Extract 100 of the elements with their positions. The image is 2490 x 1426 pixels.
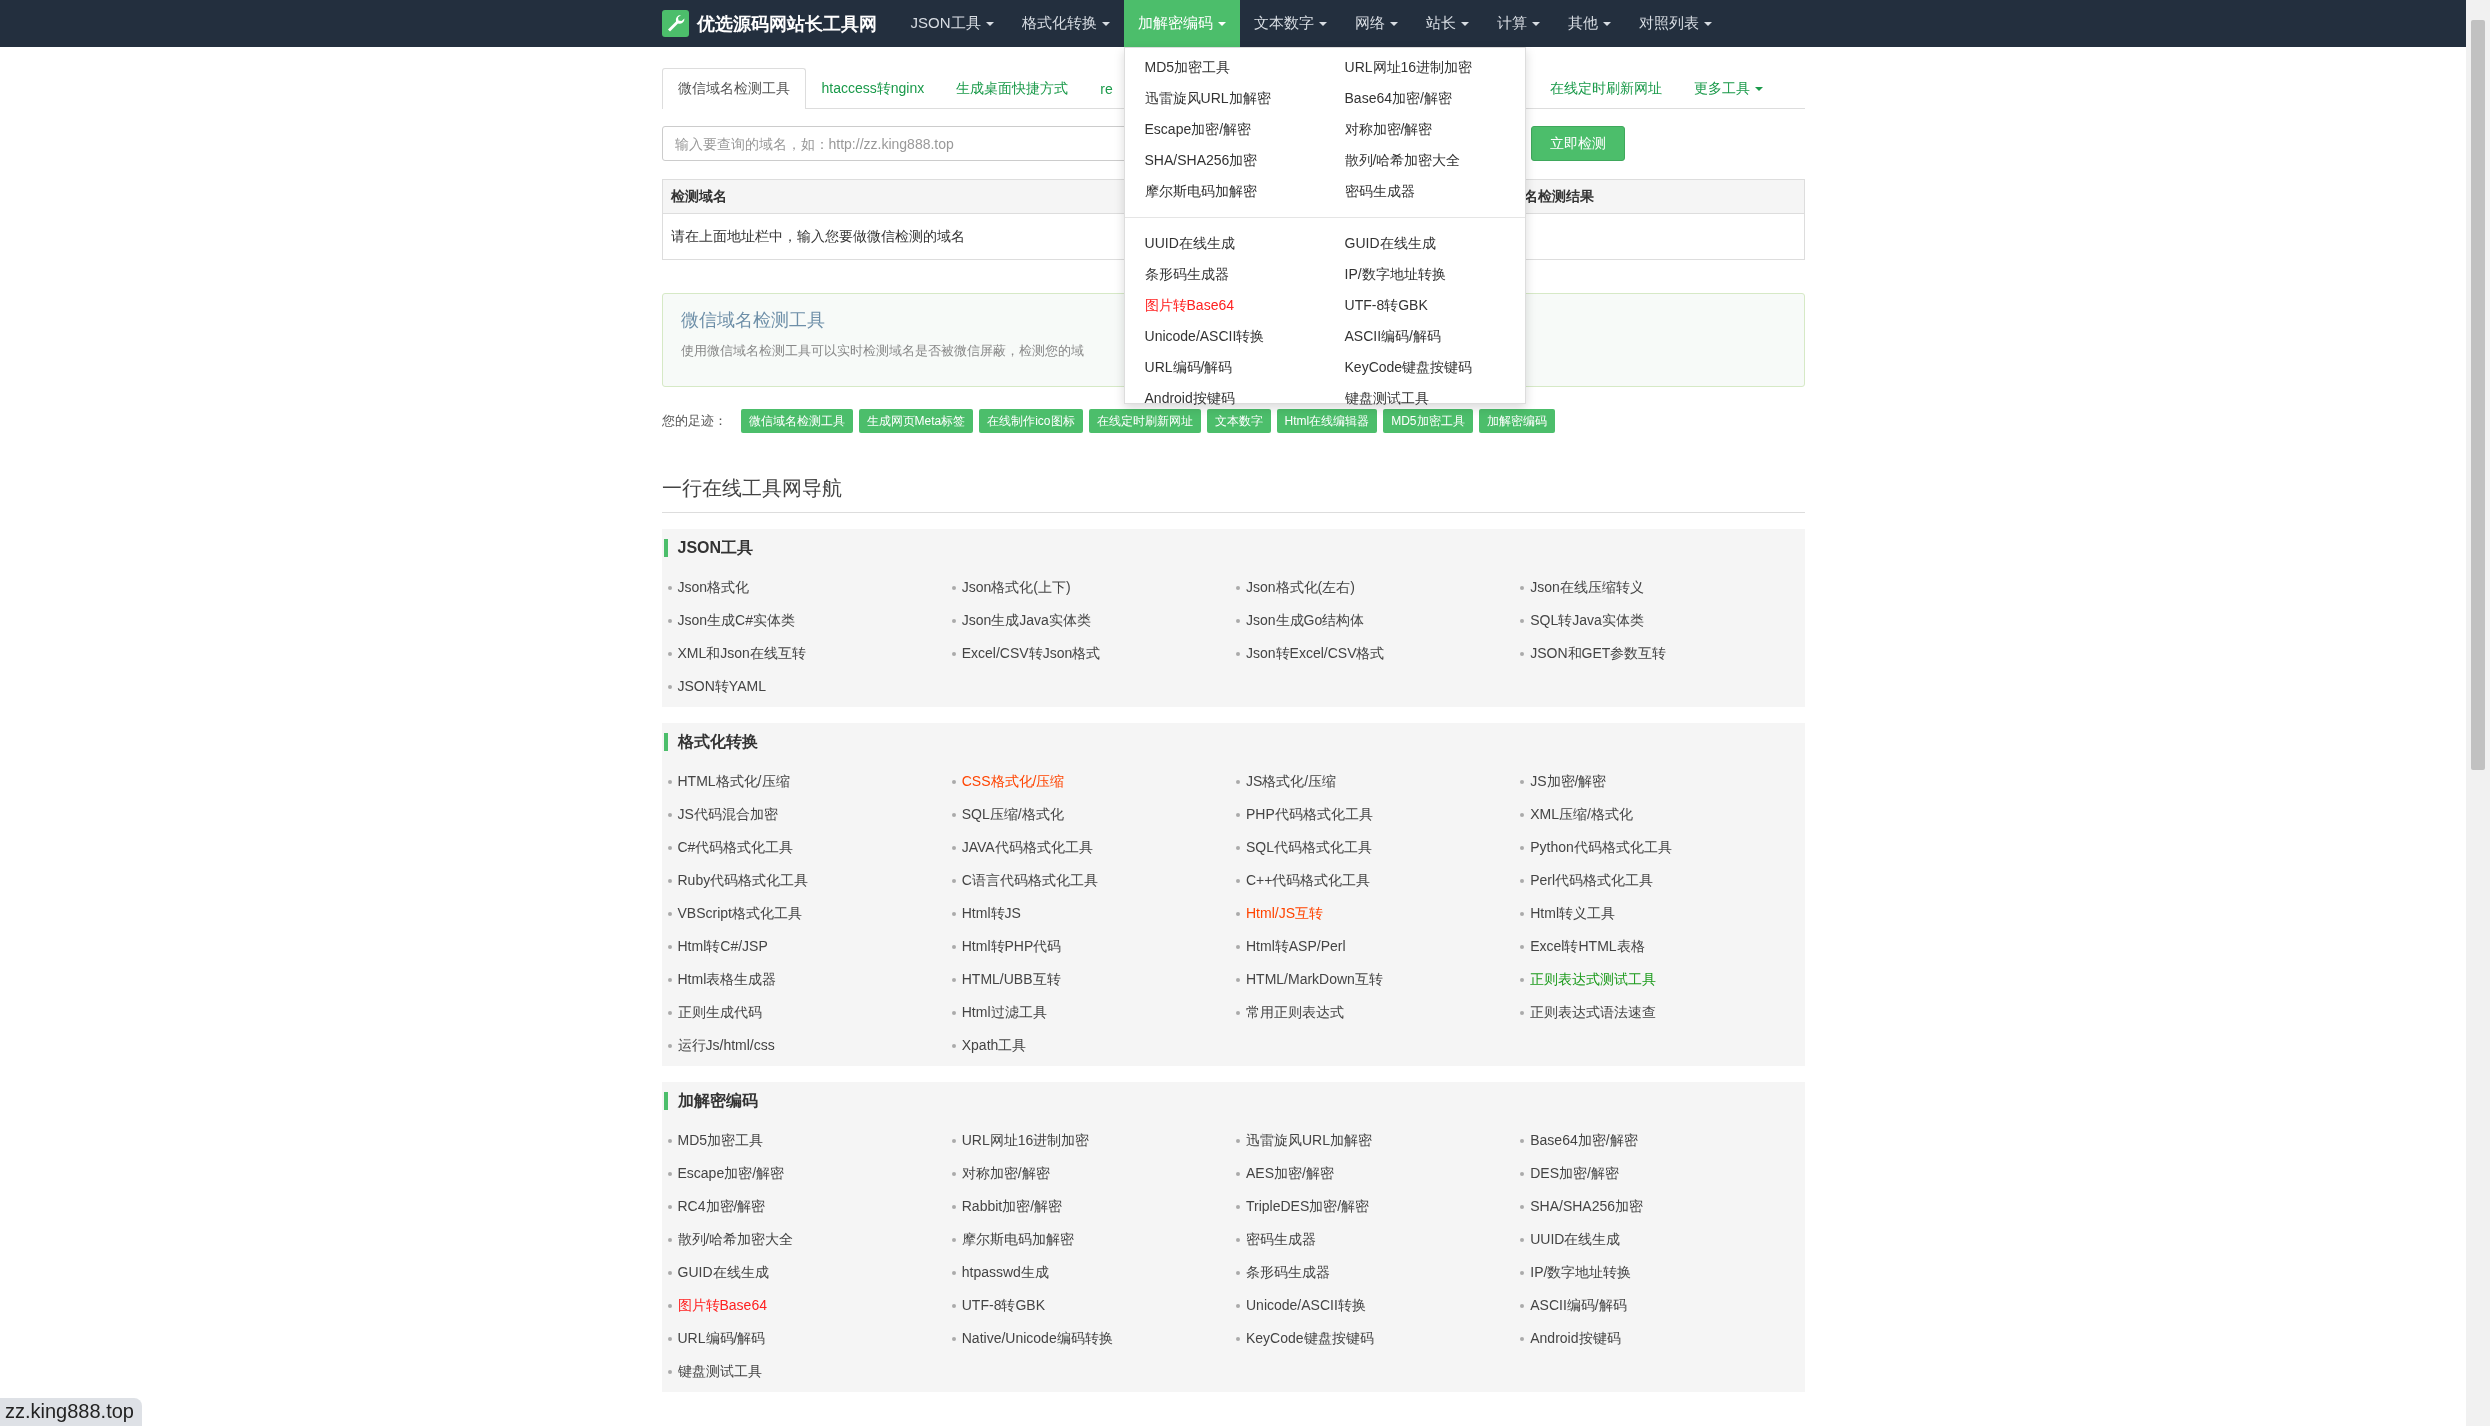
tool-link[interactable]: PHP代码格式化工具	[1236, 798, 1373, 831]
dropdown-item[interactable]: 条形码生成器	[1144, 259, 1229, 290]
tool-link[interactable]: UTF-8转GBK	[951, 1289, 1045, 1322]
tool-link[interactable]: JSON转YAML	[667, 670, 766, 703]
tab[interactable]: 在线定时刷新网址	[1533, 68, 1678, 109]
tool-link[interactable]: 摩尔斯电码加解密	[951, 1223, 1074, 1256]
tool-link[interactable]: AES加密/解密	[1236, 1157, 1334, 1190]
tool-link[interactable]: Html转PHP代码	[951, 930, 1062, 963]
tool-link[interactable]: Html转ASP/Perl	[1236, 930, 1346, 963]
tool-link[interactable]: Json生成C#实体类	[667, 604, 795, 637]
tool-link[interactable]: Unicode/ASCII转换	[1236, 1289, 1366, 1322]
tool-link[interactable]: Xpath工具	[951, 1029, 1027, 1062]
dropdown-item[interactable]: 对称加密/解密	[1344, 114, 1433, 145]
dropdown-item[interactable]: SHA/SHA256加密	[1144, 145, 1258, 176]
tool-link[interactable]: ASCII编码/解码	[1520, 1289, 1627, 1322]
tool-link[interactable]: Android按键码	[1520, 1322, 1621, 1355]
nav-menu-item[interactable]: 其他	[1553, 0, 1625, 47]
dropdown-item[interactable]: Escape加密/解密	[1144, 114, 1252, 145]
tool-link[interactable]: 正则表达式语法速查	[1520, 996, 1657, 1029]
tool-link[interactable]: 条形码生成器	[1236, 1256, 1330, 1289]
tool-link[interactable]: XML和Json在线互转	[667, 637, 806, 670]
tool-link[interactable]: Json转Excel/CSV格式	[1236, 637, 1385, 670]
tool-link[interactable]: HTML/UBB互转	[951, 963, 1061, 996]
tool-link[interactable]: UUID在线生成	[1520, 1223, 1621, 1256]
tool-link[interactable]: SQL压缩/格式化	[951, 798, 1064, 831]
tool-link[interactable]: Ruby代码格式化工具	[667, 864, 809, 897]
tool-link[interactable]: Json在线压缩转义	[1520, 571, 1644, 604]
tool-link[interactable]: KeyCode键盘按键码	[1236, 1322, 1374, 1355]
dropdown-item[interactable]: 密码生成器	[1344, 176, 1415, 207]
dropdown-item[interactable]: MD5加密工具	[1144, 52, 1231, 83]
tool-link[interactable]: JS加密/解密	[1520, 765, 1607, 798]
tool-link[interactable]: Json格式化	[667, 571, 750, 604]
tool-link[interactable]: VBScript格式化工具	[667, 897, 802, 930]
dropdown-item[interactable]: ASCII编码/解码	[1344, 321, 1441, 352]
tab[interactable]: 微信域名检测工具	[661, 68, 806, 109]
tool-link[interactable]: JS格式化/压缩	[1236, 765, 1337, 798]
dropdown-item[interactable]: URL编码/解码	[1144, 352, 1233, 383]
tool-link[interactable]: 迅雷旋风URL加解密	[1236, 1124, 1372, 1157]
tool-link[interactable]: XML压缩/格式化	[1520, 798, 1633, 831]
tool-link[interactable]: HTML/MarkDown互转	[1236, 963, 1383, 996]
tool-link[interactable]: Native/Unicode编码转换	[951, 1322, 1113, 1355]
tool-link[interactable]: 密码生成器	[1236, 1223, 1316, 1256]
tool-link[interactable]: 运行Js/html/css	[667, 1029, 775, 1062]
nav-menu-item[interactable]: 文本数字	[1239, 0, 1341, 47]
tool-link[interactable]: TripleDES加密/解密	[1236, 1190, 1370, 1223]
nav-menu-item[interactable]: JSON工具	[896, 0, 1008, 47]
tool-link[interactable]: C语言代码格式化工具	[951, 864, 1098, 897]
tool-link[interactable]: 键盘测试工具	[667, 1355, 762, 1388]
tool-link[interactable]: Json格式化(上下)	[951, 571, 1071, 604]
tool-link[interactable]: JSON和GET参数互转	[1520, 637, 1667, 670]
tool-link[interactable]: Html转义工具	[1520, 897, 1616, 930]
tool-link[interactable]: MD5加密工具	[667, 1124, 764, 1157]
tool-link[interactable]: SQL转Java实体类	[1520, 604, 1644, 637]
tool-link[interactable]: 正则生成代码	[667, 996, 762, 1029]
dropdown-item[interactable]: UUID在线生成	[1144, 228, 1235, 259]
tab[interactable]: 生成桌面快捷方式	[940, 68, 1085, 109]
tool-link[interactable]: C++代码格式化工具	[1236, 864, 1371, 897]
tool-link[interactable]: htpasswd生成	[951, 1256, 1049, 1289]
tool-link[interactable]: JAVA代码格式化工具	[951, 831, 1093, 864]
dropdown-item[interactable]: 迅雷旋风URL加解密	[1144, 83, 1271, 114]
tool-link[interactable]: 图片转Base64	[667, 1289, 767, 1322]
tool-link[interactable]: SQL代码格式化工具	[1236, 831, 1372, 864]
nav-menu-item[interactable]: 网络	[1340, 0, 1412, 47]
nav-menu-item[interactable]: 站长	[1411, 0, 1483, 47]
tool-link[interactable]: Html转JS	[951, 897, 1021, 930]
tool-link[interactable]: RC4加密/解密	[667, 1190, 766, 1223]
tool-link[interactable]: 正则表达式测试工具	[1520, 963, 1657, 996]
nav-menu-item[interactable]: 对照列表	[1624, 0, 1726, 47]
nav-menu-item[interactable]: 格式化转换	[1007, 0, 1124, 47]
tool-link[interactable]: Rabbit加密/解密	[951, 1190, 1063, 1223]
dropdown-item[interactable]: IP/数字地址转换	[1344, 259, 1446, 290]
dropdown-item[interactable]: Base64加密/解密	[1344, 83, 1452, 114]
tool-link[interactable]: Excel转HTML表格	[1520, 930, 1645, 963]
tool-link[interactable]: Json格式化(左右)	[1236, 571, 1355, 604]
nav-menu-item[interactable]: 计算	[1482, 0, 1554, 47]
tool-link[interactable]: Json生成Go结构体	[1236, 604, 1365, 637]
site-title[interactable]: 优选源码网站长工具网	[696, 11, 877, 36]
dropdown-item[interactable]: Unicode/ASCII转换	[1144, 321, 1265, 352]
tool-link[interactable]: 常用正则表达式	[1236, 996, 1344, 1029]
tool-link[interactable]: HTML格式化/压缩	[667, 765, 790, 798]
tool-link[interactable]: Base64加密/解密	[1520, 1124, 1638, 1157]
tool-link[interactable]: Escape加密/解密	[667, 1157, 785, 1190]
tool-link[interactable]: Excel/CSV转Json格式	[951, 637, 1101, 670]
tab[interactable]: 更多工具	[1677, 68, 1779, 109]
tool-link[interactable]: URL网址16进制加密	[951, 1124, 1090, 1157]
tool-link[interactable]: Perl代码格式化工具	[1520, 864, 1654, 897]
tool-link[interactable]: Html转C#/JSP	[667, 930, 768, 963]
tab[interactable]: htaccess转nginx	[805, 68, 941, 109]
dropdown-item[interactable]: 图片转Base64	[1144, 290, 1234, 321]
tool-link[interactable]: C#代码格式化工具	[667, 831, 794, 864]
tool-link[interactable]: GUID在线生成	[667, 1256, 769, 1289]
tool-link[interactable]: Html表格生成器	[667, 963, 777, 996]
tool-link[interactable]: Html过滤工具	[951, 996, 1047, 1029]
dropdown-item[interactable]: GUID在线生成	[1344, 228, 1436, 259]
dropdown-item[interactable]: KeyCode键盘按键码	[1344, 352, 1473, 383]
tool-link[interactable]: Json生成Java实体类	[951, 604, 1091, 637]
tool-link[interactable]: Python代码格式化工具	[1520, 831, 1672, 864]
tool-link[interactable]: 对称加密/解密	[951, 1157, 1050, 1190]
tool-link[interactable]: IP/数字地址转换	[1520, 1256, 1632, 1289]
dropdown-item[interactable]: 散列/哈希加密大全	[1344, 145, 1461, 176]
